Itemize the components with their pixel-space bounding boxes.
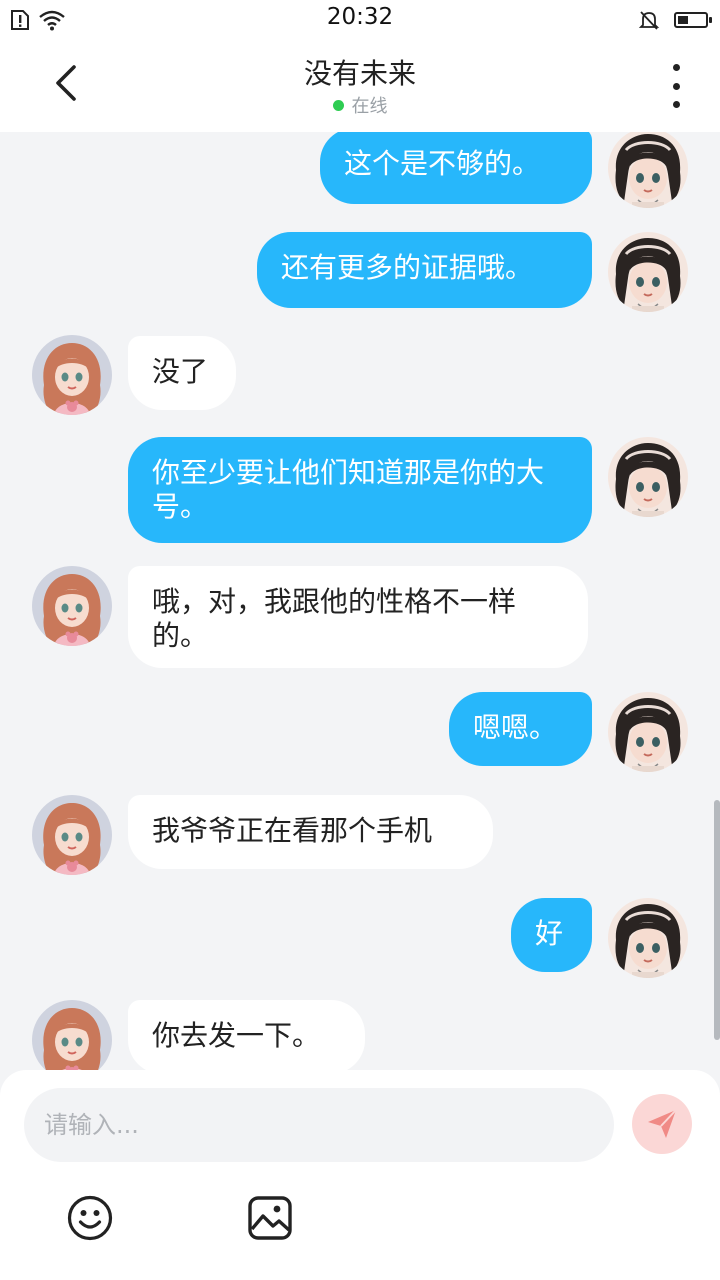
status-time: 20:32	[326, 4, 394, 30]
more-options-button[interactable]	[658, 64, 694, 108]
online-status-label: 在线	[351, 96, 388, 117]
message-text: 你至少要让他们知道那是你的大号。	[152, 456, 545, 523]
message-bubble[interactable]: 还有更多的证据哦。	[257, 232, 592, 308]
contact-avatar[interactable]	[32, 335, 112, 415]
message-bubble[interactable]: 哦，对，我跟他的性格不一样的。	[128, 566, 588, 668]
message-text: 好	[535, 917, 564, 950]
silent-bell-icon	[638, 11, 660, 30]
image-icon[interactable]	[246, 1194, 294, 1242]
my-avatar[interactable]	[608, 232, 688, 312]
status-right-icons	[638, 8, 712, 32]
message-text: 你去发一下。	[152, 1019, 321, 1052]
my-avatar[interactable]	[608, 692, 688, 772]
online-status: 在线	[0, 92, 720, 118]
more-dot-icon	[672, 82, 680, 90]
message-bubble[interactable]: 我爷爷正在看那个手机	[128, 795, 493, 869]
message-text: 嗯嗯。	[473, 711, 558, 744]
emoji-icon[interactable]	[66, 1194, 114, 1242]
contact-name: 没有未来	[303, 57, 416, 90]
chat-header: 没有未来 在线	[0, 38, 720, 132]
message-bubble[interactable]: 你去发一下。	[128, 1000, 365, 1070]
message-text: 这个是不够的。	[344, 147, 541, 180]
chat-scrollbar[interactable]	[714, 800, 720, 1040]
more-dot-icon	[672, 64, 680, 71]
composer-panel	[0, 1070, 720, 1280]
contact-avatar[interactable]	[32, 795, 112, 875]
message-list[interactable]: 这个是不够的。 还有更多的证据哦。 没了 你至少要让他们知道那是你的大号。 哦，…	[0, 132, 720, 1070]
message-bubble[interactable]: 这个是不够的。	[320, 132, 592, 204]
contact-avatar[interactable]	[32, 566, 112, 646]
battery-level	[678, 16, 688, 24]
contact-avatar[interactable]	[32, 1000, 112, 1070]
message-text: 我爷爷正在看那个手机	[152, 814, 433, 847]
online-dot-icon	[332, 99, 344, 111]
message-text: 没了	[152, 355, 209, 388]
my-avatar[interactable]	[608, 132, 688, 208]
message-bubble[interactable]: 好	[511, 898, 592, 972]
my-avatar[interactable]	[608, 437, 688, 517]
message-text: 还有更多的证据哦。	[281, 251, 534, 284]
more-dot-icon	[672, 101, 680, 108]
message-bubble[interactable]: 嗯嗯。	[449, 692, 592, 766]
message-bubble[interactable]: 没了	[128, 336, 236, 410]
my-avatar[interactable]	[608, 898, 688, 978]
message-bubble[interactable]: 你至少要让他们知道那是你的大号。	[128, 437, 592, 543]
status-bar: 20:32	[0, 0, 720, 38]
battery-icon	[674, 12, 712, 28]
message-text: 哦，对，我跟他的性格不一样的。	[152, 585, 517, 652]
paper-plane-icon	[648, 1109, 677, 1138]
message-input[interactable]	[24, 1088, 614, 1162]
send-button[interactable]	[632, 1094, 692, 1154]
